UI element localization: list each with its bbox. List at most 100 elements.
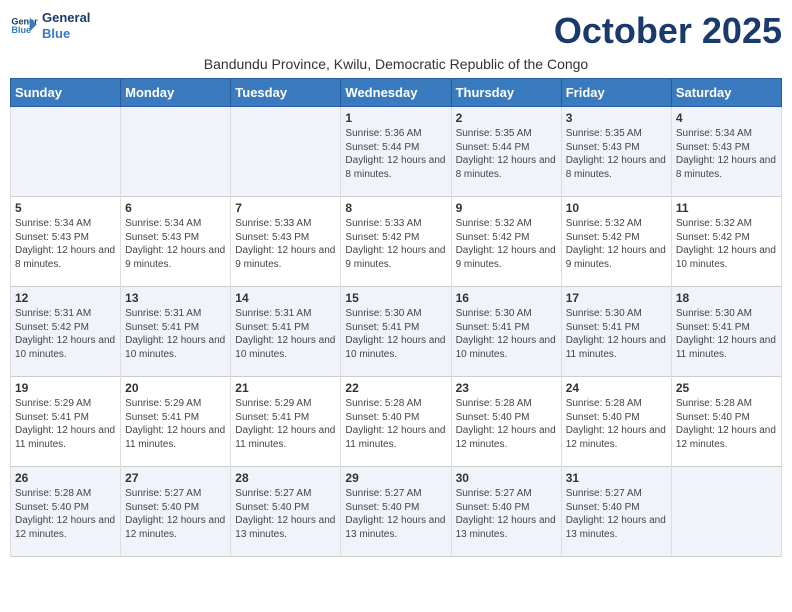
day-number: 16 <box>456 291 557 305</box>
day-content: Sunrise: 5:30 AM Sunset: 5:41 PM Dayligh… <box>345 307 446 361</box>
day-content: Sunrise: 5:33 AM Sunset: 5:43 PM Dayligh… <box>235 217 336 271</box>
month-title: October 2025 <box>554 10 782 52</box>
day-content: Sunrise: 5:27 AM Sunset: 5:40 PM Dayligh… <box>125 487 226 541</box>
day-number: 9 <box>456 201 557 215</box>
calendar-cell: 19 Sunrise: 5:29 AM Sunset: 5:41 PM Dayli… <box>11 377 121 467</box>
day-number: 18 <box>676 291 777 305</box>
svg-text:Blue: Blue <box>11 25 31 35</box>
calendar-cell: 22 Sunrise: 5:28 AM Sunset: 5:40 PM Dayli… <box>341 377 451 467</box>
calendar-cell: 25Sunrise: 5:28 AM Sunset: 5:40 PM Dayli… <box>671 377 781 467</box>
day-content: Sunrise: 5:28 AM Sunset: 5:40 PM Dayligh… <box>345 397 446 451</box>
day-number: 28 <box>235 471 336 485</box>
calendar-cell <box>671 467 781 557</box>
day-content: Sunrise: 5:28 AM Sunset: 5:40 PM Dayligh… <box>676 397 777 451</box>
day-content: Sunrise: 5:34 AM Sunset: 5:43 PM Dayligh… <box>676 127 777 181</box>
day-content: Sunrise: 5:27 AM Sunset: 5:40 PM Dayligh… <box>235 487 336 541</box>
day-content: Sunrise: 5:27 AM Sunset: 5:40 PM Dayligh… <box>345 487 446 541</box>
calendar-cell: 13 Sunrise: 5:31 AM Sunset: 5:41 PM Dayli… <box>121 287 231 377</box>
calendar-subtitle: Bandundu Province, Kwilu, Democratic Rep… <box>10 56 782 72</box>
calendar-cell: 28 Sunrise: 5:27 AM Sunset: 5:40 PM Dayli… <box>231 467 341 557</box>
day-number: 26 <box>15 471 116 485</box>
day-number: 11 <box>676 201 777 215</box>
calendar-cell: 17 Sunrise: 5:30 AM Sunset: 5:41 PM Dayli… <box>561 287 671 377</box>
calendar-cell: 10Sunrise: 5:32 AM Sunset: 5:42 PM Dayli… <box>561 197 671 287</box>
calendar-cell: 20 Sunrise: 5:29 AM Sunset: 5:41 PM Dayli… <box>121 377 231 467</box>
day-content: Sunrise: 5:30 AM Sunset: 5:41 PM Dayligh… <box>456 307 557 361</box>
calendar-week-row: 19 Sunrise: 5:29 AM Sunset: 5:41 PM Dayli… <box>11 377 782 467</box>
day-number: 5 <box>15 201 116 215</box>
calendar-cell: 30Sunrise: 5:27 AM Sunset: 5:40 PM Dayli… <box>451 467 561 557</box>
day-content: Sunrise: 5:35 AM Sunset: 5:44 PM Dayligh… <box>456 127 557 181</box>
calendar-week-row: 1 Sunrise: 5:36 AM Sunset: 5:44 PM Daylig… <box>11 107 782 197</box>
day-number: 13 <box>125 291 226 305</box>
calendar-cell: 4 Sunrise: 5:34 AM Sunset: 5:43 PM Daylig… <box>671 107 781 197</box>
day-number: 15 <box>345 291 446 305</box>
day-content: Sunrise: 5:28 AM Sunset: 5:40 PM Dayligh… <box>566 397 667 451</box>
calendar-cell: 14 Sunrise: 5:31 AM Sunset: 5:41 PM Dayli… <box>231 287 341 377</box>
calendar-cell: 11 Sunrise: 5:32 AM Sunset: 5:42 PM Dayli… <box>671 197 781 287</box>
calendar-header-row: SundayMondayTuesdayWednesdayThursdayFrid… <box>11 79 782 107</box>
calendar-cell: 12Sunrise: 5:31 AM Sunset: 5:42 PM Dayli… <box>11 287 121 377</box>
day-content: Sunrise: 5:32 AM Sunset: 5:42 PM Dayligh… <box>676 217 777 271</box>
day-header-saturday: Saturday <box>671 79 781 107</box>
calendar-table: SundayMondayTuesdayWednesdayThursdayFrid… <box>10 78 782 557</box>
day-content: Sunrise: 5:36 AM Sunset: 5:44 PM Dayligh… <box>345 127 446 181</box>
day-header-tuesday: Tuesday <box>231 79 341 107</box>
calendar-cell: 2 Sunrise: 5:35 AM Sunset: 5:44 PM Daylig… <box>451 107 561 197</box>
calendar-cell: 24 Sunrise: 5:28 AM Sunset: 5:40 PM Dayli… <box>561 377 671 467</box>
calendar-cell <box>231 107 341 197</box>
calendar-cell: 27 Sunrise: 5:27 AM Sunset: 5:40 PM Dayli… <box>121 467 231 557</box>
day-content: Sunrise: 5:28 AM Sunset: 5:40 PM Dayligh… <box>456 397 557 451</box>
day-header-sunday: Sunday <box>11 79 121 107</box>
day-header-friday: Friday <box>561 79 671 107</box>
day-number: 31 <box>566 471 667 485</box>
day-number: 3 <box>566 111 667 125</box>
day-content: Sunrise: 5:30 AM Sunset: 5:41 PM Dayligh… <box>566 307 667 361</box>
calendar-cell: 3Sunrise: 5:35 AM Sunset: 5:43 PM Daylig… <box>561 107 671 197</box>
calendar-week-row: 12Sunrise: 5:31 AM Sunset: 5:42 PM Dayli… <box>11 287 782 377</box>
day-content: Sunrise: 5:31 AM Sunset: 5:41 PM Dayligh… <box>125 307 226 361</box>
day-content: Sunrise: 5:27 AM Sunset: 5:40 PM Dayligh… <box>566 487 667 541</box>
day-content: Sunrise: 5:34 AM Sunset: 5:43 PM Dayligh… <box>15 217 116 271</box>
day-number: 6 <box>125 201 226 215</box>
day-number: 29 <box>345 471 446 485</box>
day-number: 1 <box>345 111 446 125</box>
day-content: Sunrise: 5:32 AM Sunset: 5:42 PM Dayligh… <box>566 217 667 271</box>
day-number: 2 <box>456 111 557 125</box>
day-header-wednesday: Wednesday <box>341 79 451 107</box>
calendar-cell <box>121 107 231 197</box>
calendar-cell: 8Sunrise: 5:33 AM Sunset: 5:42 PM Daylig… <box>341 197 451 287</box>
day-number: 27 <box>125 471 226 485</box>
calendar-cell: 26Sunrise: 5:28 AM Sunset: 5:40 PM Dayli… <box>11 467 121 557</box>
day-content: Sunrise: 5:29 AM Sunset: 5:41 PM Dayligh… <box>235 397 336 451</box>
day-content: Sunrise: 5:31 AM Sunset: 5:41 PM Dayligh… <box>235 307 336 361</box>
calendar-cell: 23 Sunrise: 5:28 AM Sunset: 5:40 PM Dayli… <box>451 377 561 467</box>
calendar-cell <box>11 107 121 197</box>
day-content: Sunrise: 5:34 AM Sunset: 5:43 PM Dayligh… <box>125 217 226 271</box>
page-header: General Blue General Blue October 2025 <box>10 10 782 52</box>
day-content: Sunrise: 5:27 AM Sunset: 5:40 PM Dayligh… <box>456 487 557 541</box>
day-content: Sunrise: 5:30 AM Sunset: 5:41 PM Dayligh… <box>676 307 777 361</box>
day-number: 14 <box>235 291 336 305</box>
calendar-week-row: 26Sunrise: 5:28 AM Sunset: 5:40 PM Dayli… <box>11 467 782 557</box>
logo-line1: General <box>42 10 90 26</box>
calendar-cell: 9 Sunrise: 5:32 AM Sunset: 5:42 PM Daylig… <box>451 197 561 287</box>
day-header-monday: Monday <box>121 79 231 107</box>
day-content: Sunrise: 5:32 AM Sunset: 5:42 PM Dayligh… <box>456 217 557 271</box>
day-content: Sunrise: 5:29 AM Sunset: 5:41 PM Dayligh… <box>125 397 226 451</box>
calendar-cell: 29 Sunrise: 5:27 AM Sunset: 5:40 PM Dayli… <box>341 467 451 557</box>
calendar-cell: 18 Sunrise: 5:30 AM Sunset: 5:41 PM Dayli… <box>671 287 781 377</box>
calendar-cell: 16 Sunrise: 5:30 AM Sunset: 5:41 PM Dayli… <box>451 287 561 377</box>
day-content: Sunrise: 5:29 AM Sunset: 5:41 PM Dayligh… <box>15 397 116 451</box>
day-number: 21 <box>235 381 336 395</box>
day-number: 23 <box>456 381 557 395</box>
day-number: 22 <box>345 381 446 395</box>
logo: General Blue General Blue <box>10 10 90 41</box>
calendar-cell: 6 Sunrise: 5:34 AM Sunset: 5:43 PM Daylig… <box>121 197 231 287</box>
calendar-cell: 15 Sunrise: 5:30 AM Sunset: 5:41 PM Dayli… <box>341 287 451 377</box>
day-number: 17 <box>566 291 667 305</box>
day-number: 24 <box>566 381 667 395</box>
day-number: 20 <box>125 381 226 395</box>
day-number: 4 <box>676 111 777 125</box>
day-number: 19 <box>15 381 116 395</box>
